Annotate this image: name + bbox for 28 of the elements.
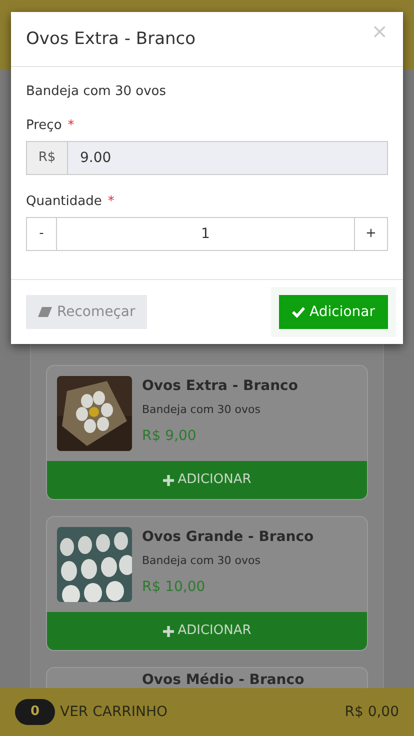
product-price: R$ 9,00 bbox=[142, 427, 198, 446]
product-name: Ovos Extra - Branco bbox=[142, 377, 298, 396]
required-mark: * bbox=[108, 193, 114, 211]
product-description: Bandeja com 30 ovos bbox=[142, 553, 262, 569]
modal-title: Ovos Extra - Branco bbox=[26, 28, 196, 51]
plus-icon bbox=[162, 626, 174, 636]
cart-bar[interactable]: 0 VER CARRINHO R$ 0,00 bbox=[0, 688, 414, 736]
product-name: Ovos Grande - Branco bbox=[142, 528, 314, 547]
currency-prefix: R$ bbox=[26, 141, 68, 175]
product-price: R$ 10,00 bbox=[142, 578, 206, 597]
price-field[interactable]: 9.00 bbox=[68, 141, 388, 175]
required-mark: * bbox=[68, 117, 74, 135]
check-icon bbox=[292, 306, 305, 318]
increment-button[interactable]: + bbox=[354, 217, 388, 251]
add-button[interactable]: ADICIONAR bbox=[47, 612, 367, 650]
add-button[interactable]: ADICIONAR bbox=[47, 461, 367, 499]
plus-icon bbox=[162, 474, 174, 486]
product-name: Ovos Médio - Branco bbox=[142, 671, 304, 690]
cart-count: 0 bbox=[15, 699, 55, 725]
eraser-icon bbox=[38, 307, 52, 317]
decrement-button[interactable]: - bbox=[26, 217, 57, 251]
field-label: Quantidade bbox=[26, 193, 102, 211]
product-description: Bandeja com 30 ovos bbox=[142, 402, 262, 418]
modal-description: Bandeja com 30 ovos bbox=[26, 83, 168, 101]
cart-label: VER CARRINHO bbox=[60, 702, 168, 722]
quantity-field[interactable]: 1 bbox=[57, 217, 354, 251]
cart-total: R$ 0,00 bbox=[344, 702, 399, 722]
field-label: Preço bbox=[26, 117, 62, 135]
